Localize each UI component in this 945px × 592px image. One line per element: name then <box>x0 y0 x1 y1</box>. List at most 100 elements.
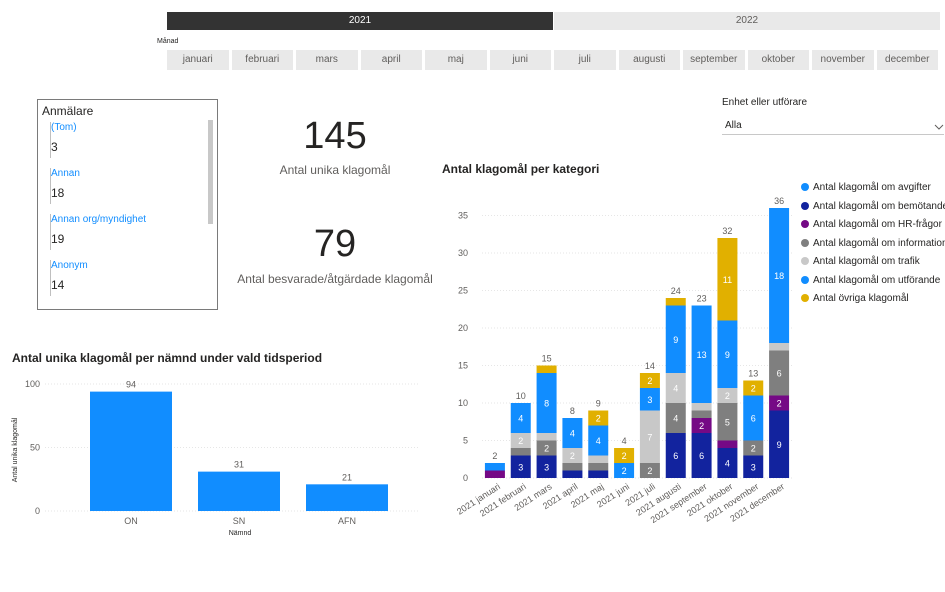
reporter-item-0[interactable]: (Tom) 3 <box>50 122 201 158</box>
year-tab-2021[interactable]: 2021 <box>167 12 553 30</box>
month-button-oktober[interactable]: oktober <box>747 50 809 70</box>
y-tick-label: 5 <box>463 436 468 446</box>
reporter-item-label: (Tom) <box>51 122 77 133</box>
total-data-label: 4 <box>622 436 627 446</box>
bar-segment-utforande[interactable] <box>484 463 505 471</box>
bar-SN[interactable] <box>198 471 280 511</box>
reporter-item-count: 19 <box>51 232 65 246</box>
bar-segment-ovriga[interactable] <box>665 298 686 306</box>
y-tick-label: 50 <box>30 443 40 453</box>
legend-item-hr[interactable]: Antal klagomål om HR-frågor <box>801 219 942 230</box>
segment-data-label: 4 <box>570 429 575 439</box>
segment-data-label: 6 <box>699 451 704 461</box>
month-button-december[interactable]: december <box>876 50 938 70</box>
y-tick-label: 15 <box>458 361 468 371</box>
data-label: 31 <box>234 460 244 470</box>
month-slicer-label: Månad <box>157 38 179 45</box>
unit-filter-value: Alla <box>725 120 742 131</box>
bar-segment-information[interactable] <box>510 448 531 456</box>
month-button-juni[interactable]: juni <box>489 50 551 70</box>
legend-item-information[interactable]: Antal klagomål om information <box>801 238 945 249</box>
segment-data-label: 11 <box>723 275 732 285</box>
x-tick-label: ON <box>124 516 138 526</box>
segment-data-label: 2 <box>544 444 549 454</box>
total-data-label: 36 <box>774 196 784 206</box>
month-button-augusti[interactable]: augusti <box>618 50 680 70</box>
total-data-label: 8 <box>570 406 575 416</box>
x-axis-title: Nämnd <box>229 530 252 537</box>
segment-data-label: 2 <box>570 451 575 461</box>
legend-item-bemotande[interactable]: Antal klagomål om bemötande <box>801 201 945 212</box>
bar-segment-ovriga[interactable] <box>536 365 557 374</box>
reporter-item-label: Annan org/myndighet <box>51 214 147 225</box>
segment-data-label: 4 <box>673 384 678 394</box>
segment-data-label: 9 <box>673 335 678 345</box>
reporter-item-count: 14 <box>51 278 65 292</box>
y-tick-label: 20 <box>458 323 468 333</box>
year-tab-2022[interactable]: 2022 <box>554 12 940 30</box>
bar-segment-bemotande[interactable] <box>588 470 609 479</box>
month-button-april[interactable]: april <box>360 50 422 70</box>
namnd-bar-chart: 0 50 100 Antal unika klagomål 94 ON 31 SN 21 AFN N… <box>11 379 420 537</box>
bar-segment-trafik[interactable] <box>769 343 790 351</box>
bar-segment-trafik[interactable] <box>588 455 609 464</box>
month-button-februari[interactable]: februari <box>231 50 293 70</box>
total-data-label: 14 <box>645 361 655 371</box>
segment-data-label: 6 <box>777 369 782 379</box>
reporter-item-count: 18 <box>51 186 65 200</box>
chevron-down-icon <box>934 118 944 136</box>
y-tick-label: 100 <box>25 379 40 389</box>
segment-data-label: 2 <box>751 444 756 454</box>
segment-data-label: 4 <box>518 414 523 424</box>
month-button-juli[interactable]: juli <box>554 50 616 70</box>
bar-segment-bemotande[interactable] <box>562 470 583 479</box>
bar-segment-information[interactable] <box>588 463 609 471</box>
legend-label: Antal klagomål om utförande <box>813 274 941 286</box>
reporter-item-3[interactable]: Anonym 14 <box>50 260 201 296</box>
total-data-label: 2 <box>492 451 497 461</box>
bar-segment-trafik[interactable] <box>536 433 557 441</box>
bar-segment-hr[interactable] <box>484 470 505 479</box>
bar-segment-trafik[interactable] <box>691 403 712 411</box>
data-label: 21 <box>342 472 352 482</box>
bar-ON[interactable] <box>90 391 172 511</box>
bar-segment-hr[interactable] <box>717 440 738 449</box>
month-button-maj[interactable]: maj <box>425 50 487 70</box>
kpi-answered-label: Antal besvarade/åtgärdade klagomål <box>237 272 433 286</box>
legend-marker <box>801 275 809 284</box>
total-data-label: 24 <box>671 286 681 296</box>
legend-item-ovriga[interactable]: Antal övriga klagomål <box>801 293 909 304</box>
segment-data-label: 8 <box>544 399 549 409</box>
legend-item-utforande[interactable]: Antal klagomål om utförande <box>801 275 940 286</box>
reporter-scrollbar[interactable] <box>208 120 213 224</box>
total-data-label: 15 <box>542 354 552 364</box>
month-button-mars[interactable]: mars <box>296 50 358 70</box>
month-button-november[interactable]: november <box>812 50 874 70</box>
y-tick-label: 25 <box>458 286 468 296</box>
total-data-label: 9 <box>596 399 601 409</box>
legend-marker <box>801 257 809 266</box>
reporter-item-2[interactable]: Annan org/myndighet 19 <box>50 214 201 250</box>
kpi-unique-value: 145 <box>303 115 367 157</box>
month-button-september[interactable]: september <box>683 50 745 70</box>
bar-AFN[interactable] <box>306 484 388 511</box>
segment-data-label: 2 <box>725 391 730 401</box>
segment-data-label: 2 <box>622 466 627 476</box>
kpi-answered-value: 79 <box>313 223 357 265</box>
unit-filter-dropdown[interactable]: Alla <box>722 114 944 135</box>
kpi-unique-label: Antal unika klagomål <box>279 163 391 177</box>
reporter-item-1[interactable]: Annan 18 <box>50 168 201 204</box>
reporter-item-label: Annan <box>51 168 80 179</box>
bar-segment-information[interactable] <box>691 410 712 419</box>
legend-item-trafik[interactable]: Antal klagomål om trafik <box>801 256 920 267</box>
bar-segment-information[interactable] <box>562 463 583 471</box>
x-tick-label: AFN <box>338 516 356 526</box>
month-button-januari[interactable]: januari <box>167 50 229 70</box>
reporter-item-label: Anonym <box>51 260 88 271</box>
legend-item-avgifter[interactable]: Antal klagomål om avgifter <box>801 182 931 193</box>
segment-data-label: 4 <box>596 436 601 446</box>
segment-data-label: 18 <box>774 271 784 281</box>
total-data-label: 10 <box>516 391 526 401</box>
total-data-label: 32 <box>722 226 732 236</box>
y-tick-label: 35 <box>458 211 468 221</box>
